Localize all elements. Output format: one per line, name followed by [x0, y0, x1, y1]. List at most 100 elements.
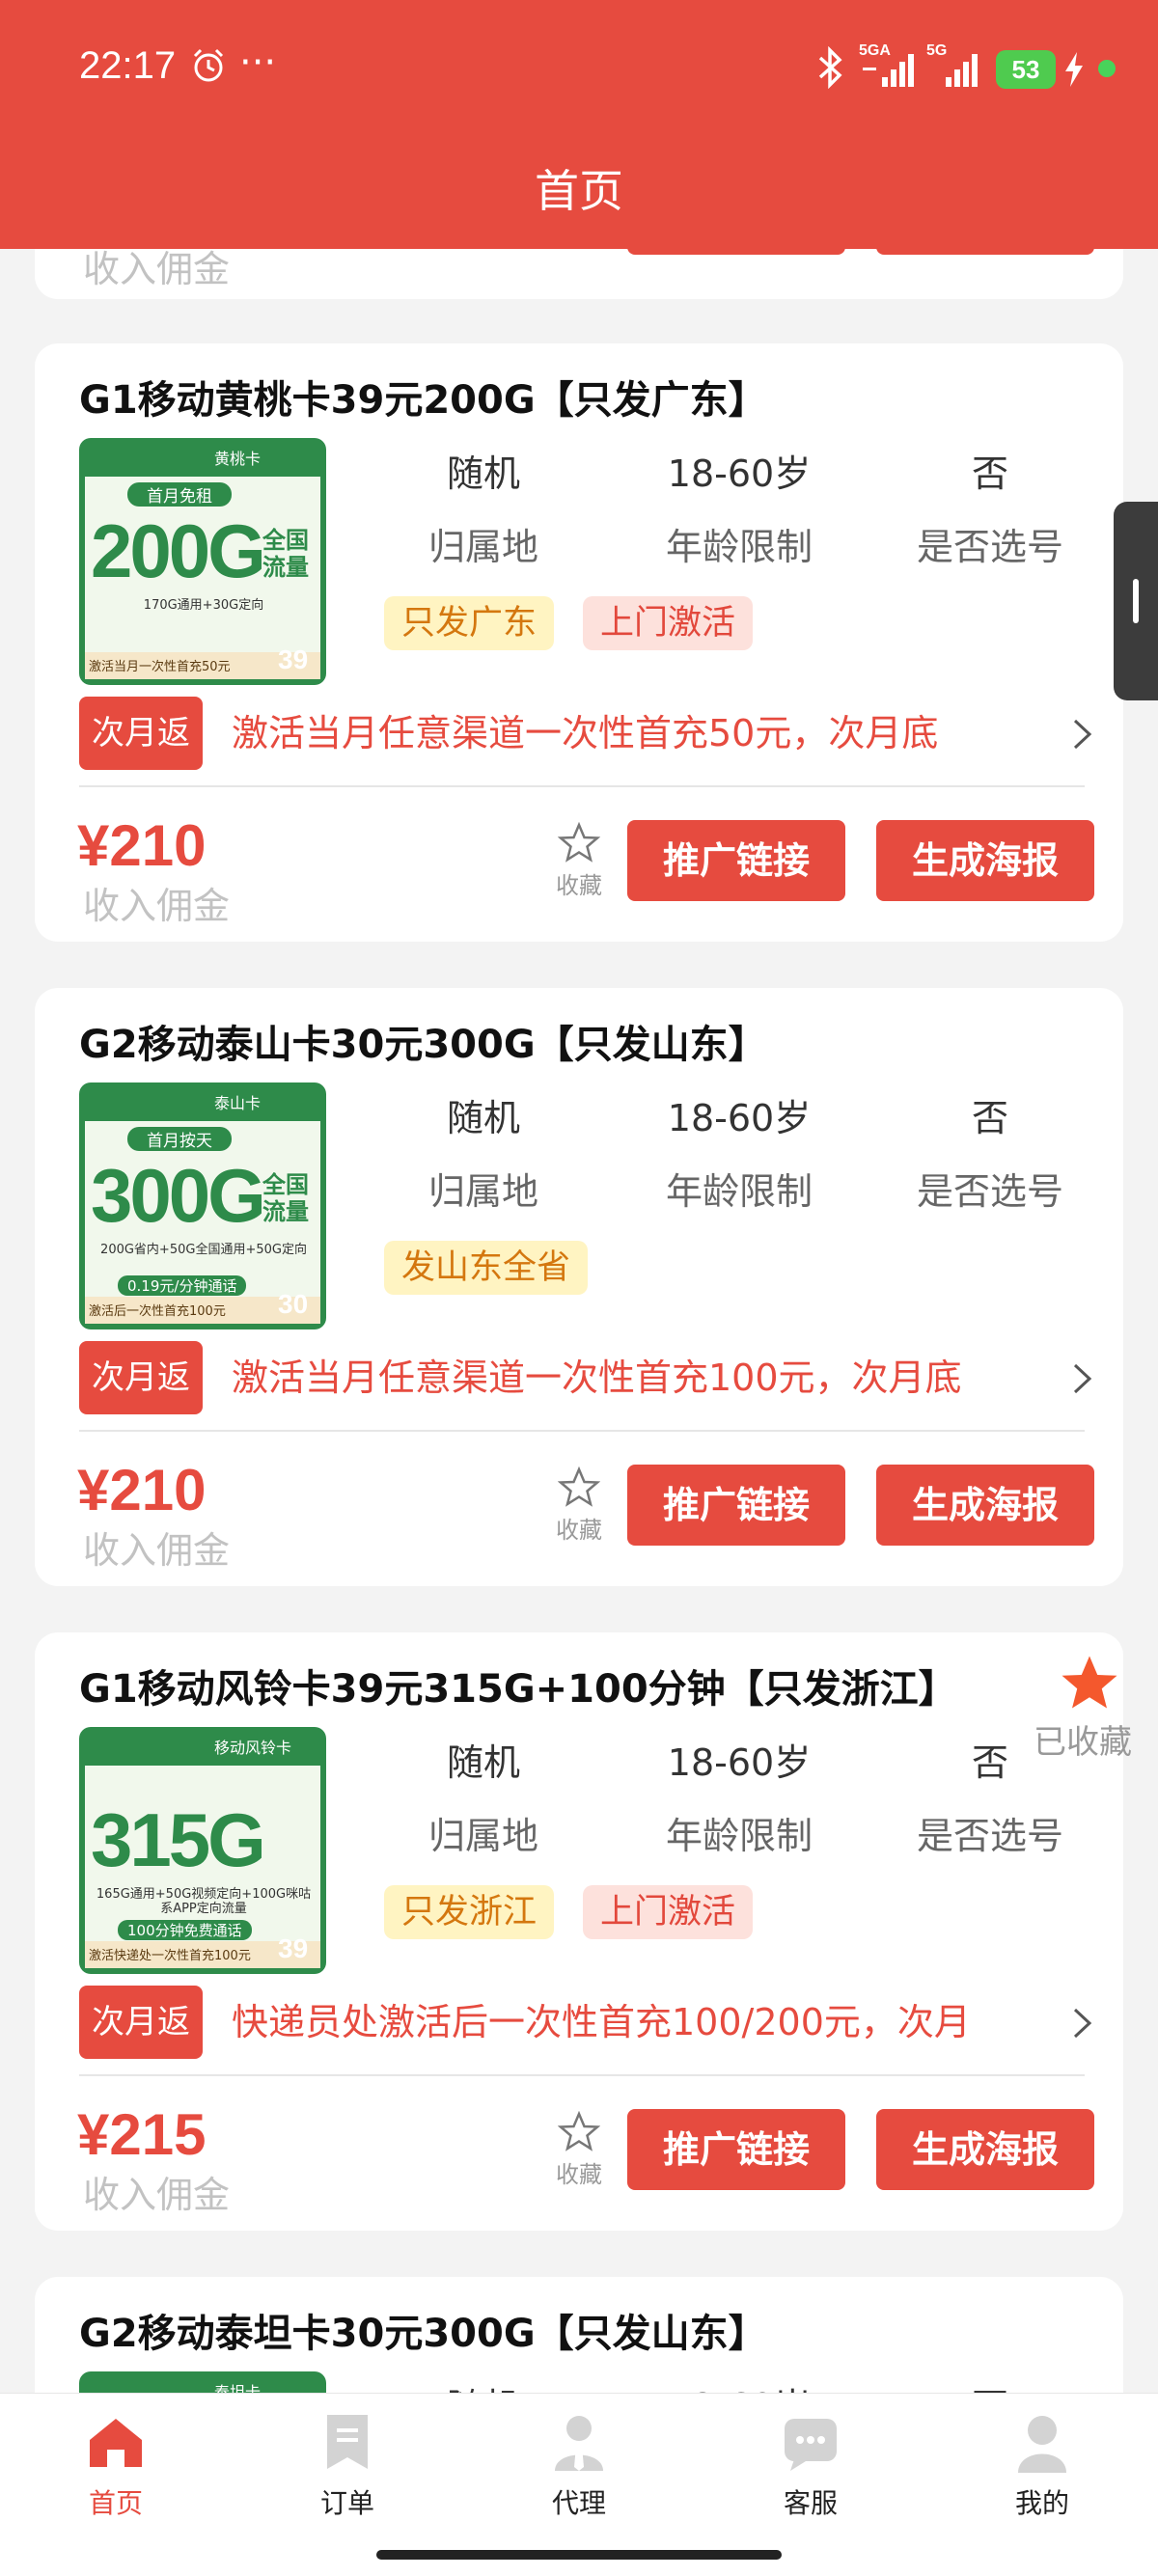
thumb-month-price: 39 — [278, 644, 309, 674]
thumb-card-name: 黄桃卡 — [214, 450, 262, 468]
attribute-value: 随机 — [446, 1741, 520, 1784]
signal-5g-icon: 5G — [924, 42, 984, 89]
attribute-column: 否是否选号 — [869, 440, 1111, 575]
product-thumbnail: 移动风铃卡 315G 165G通用+50G视频定向+100G咪咕系APP定向流量 10… — [79, 1727, 326, 1974]
thumb-month-price: 30 — [278, 1289, 309, 1319]
rebate-description: 激活当月任意渠道一次性首充100元，次月底 — [232, 1357, 962, 1399]
attribute-label: 归属地 — [427, 526, 538, 568]
divider — [79, 785, 1085, 787]
attribute-column: 否是否选号 — [869, 1084, 1111, 1219]
star-outline-icon — [558, 1466, 600, 1507]
commission-price: ¥210 — [77, 1458, 207, 1522]
attribute-label: 是否选号 — [916, 1170, 1063, 1213]
attribute-label: 年龄限制 — [665, 1170, 813, 1213]
attribute-value: 18-60岁 — [667, 1097, 812, 1139]
order-icon — [327, 2415, 368, 2469]
rebate-row[interactable]: 次月返 快递员处激活后一次性首充100/200元，次月 — [79, 1986, 1094, 2063]
product-tags: 只发广东 上门激活 — [384, 596, 754, 650]
attribute-value: 否 — [971, 1097, 1008, 1139]
product-title: G2移动泰山卡30元300G【只发山东】 — [79, 1023, 767, 1067]
thumb-card-name: 移动风铃卡 — [214, 1739, 292, 1757]
rebate-row[interactable]: 次月返 激活当月任意渠道一次性首充50元，次月底 — [79, 697, 1094, 774]
star-outline-icon — [558, 822, 600, 863]
product-card[interactable]: G1移动黄桃卡39元200G【只发广东】 黄桃卡 首月免租 200G 全国流量 170G通… — [35, 343, 1123, 942]
product-title: G2移动泰坦卡30元300G【只发山东】 — [79, 2312, 767, 2356]
generate-poster-button[interactable]: 生成海报 — [876, 820, 1094, 901]
thumb-side-text: 全国流量 — [262, 527, 309, 581]
nav-agent[interactable]: 代理 — [502, 2411, 656, 2521]
agent-icon — [555, 2416, 603, 2471]
rebate-row[interactable]: 次月返 激活当月任意渠道一次性首充100元，次月底 — [79, 1341, 1094, 1418]
page-title: 首页 — [535, 165, 623, 217]
attribute-column: 随机归属地 — [363, 440, 604, 575]
nav-service[interactable]: 客服 — [733, 2411, 888, 2521]
attribute-value: 随机 — [446, 452, 520, 495]
product-card[interactable]: G1移动风铃卡39元315G+100分钟【只发浙江】 移动风铃卡 315G 165G通… — [35, 1632, 1132, 2231]
signal-5ga-icon: 5GA — [859, 42, 919, 89]
attribute-label: 是否选号 — [916, 526, 1063, 568]
chevron-right-icon[interactable] — [1071, 718, 1094, 751]
star-filled-icon — [1062, 1656, 1117, 1709]
favorite-button[interactable]: 收藏 — [550, 822, 608, 900]
generate-poster-button[interactable]: 生成海报 — [876, 1465, 1094, 1546]
product-tag: 上门激活 — [583, 596, 754, 650]
floating-side-handle[interactable] — [1114, 502, 1158, 700]
favorite-label: 收藏 — [556, 1517, 602, 1544]
bottom-navigation: 首页 订单 代理 客服 我的 — [0, 2393, 1158, 2576]
nav-profile[interactable]: 我的 — [965, 2411, 1119, 2521]
attribute-value: 随机 — [446, 1097, 520, 1139]
product-tags: 只发浙江 上门激活 — [384, 1885, 754, 1939]
attribute-column: 18-60岁年龄限制 — [619, 440, 860, 575]
rebate-badge: 次月返 — [79, 1341, 203, 1414]
product-tag: 发山东全省 — [384, 1241, 589, 1295]
status-time: 22:17 — [79, 44, 177, 87]
attribute-label: 年龄限制 — [665, 526, 813, 568]
rebate-description: 快递员处激活后一次性首充100/200元，次月 — [232, 2001, 971, 2043]
attribute-label: 归属地 — [427, 1815, 538, 1857]
profile-icon — [1018, 2416, 1066, 2473]
attribute-value: 18-60岁 — [667, 1741, 812, 1784]
nav-home[interactable]: 首页 — [39, 2411, 193, 2521]
commission-price: ¥215 — [77, 2102, 207, 2167]
bluetooth-icon — [818, 46, 842, 89]
attribute-value: 否 — [971, 452, 1008, 495]
promote-link-button[interactable]: 推广链接 — [627, 2109, 845, 2190]
thumb-banner: 首月免租 — [127, 482, 232, 507]
chevron-right-icon[interactable] — [1071, 1362, 1094, 1395]
divider — [79, 1430, 1085, 1432]
chevron-right-icon[interactable] — [1071, 2007, 1094, 2040]
app-header: 22:17 ··· 5GA 5G 53 首页 — [0, 0, 1158, 249]
star-outline-icon — [558, 2111, 600, 2151]
rebate-badge: 次月返 — [79, 697, 203, 770]
home-indicator[interactable] — [376, 2550, 782, 2560]
generate-poster-button[interactable]: 生成海报 — [876, 2109, 1094, 2190]
thumb-footer: 激活当月一次性首充50元 — [89, 660, 231, 674]
nav-orders[interactable]: 订单 — [270, 2411, 425, 2521]
attribute-label: 归属地 — [427, 1170, 538, 1213]
favorited-indicator[interactable]: 已收藏 — [1034, 1652, 1133, 1763]
status-bar: 22:17 ··· 5GA 5G 53 — [0, 39, 1158, 100]
price-label: 收入佣金 — [83, 1529, 231, 1572]
divider — [79, 2074, 1085, 2076]
product-tag: 只发广东 — [384, 596, 555, 650]
thumb-footer: 激活快递处一次性首充100元 — [89, 1949, 251, 1963]
favorite-button[interactable]: 收藏 — [550, 1466, 608, 1545]
favorite-button[interactable]: 收藏 — [550, 2111, 608, 2189]
favorite-label: 收藏 — [556, 2161, 602, 2188]
favorite-label: 收藏 — [556, 872, 602, 899]
promote-link-button[interactable]: 推广链接 — [627, 820, 845, 901]
thumb-month-price: 39 — [278, 1933, 309, 1963]
thumb-extra: 100分钟免费通话 — [118, 1920, 252, 1940]
price-label: 收入佣金 — [83, 885, 231, 927]
product-title: G1移动黄桃卡39元200G【只发广东】 — [79, 378, 767, 423]
product-card[interactable]: G2移动泰山卡30元300G【只发山东】泰山卡 首月按天 300G 全国流量 200G省… — [35, 988, 1123, 1586]
attribute-column: 随机归属地 — [363, 1084, 604, 1219]
commission-price: ¥210 — [77, 813, 207, 878]
home-icon — [90, 2419, 142, 2467]
promote-link-button[interactable]: 推广链接 — [627, 1465, 845, 1546]
charging-icon — [1065, 52, 1083, 87]
battery-indicator: 53 — [996, 50, 1056, 89]
favorited-label: 已收藏 — [1034, 1723, 1132, 1762]
rebate-description: 激活当月任意渠道一次性首充50元，次月底 — [232, 712, 939, 754]
product-thumbnail: 泰山卡 首月按天 300G 全国流量 200G省内+50G全国通用+50G定向 0.19元… — [79, 1082, 326, 1329]
